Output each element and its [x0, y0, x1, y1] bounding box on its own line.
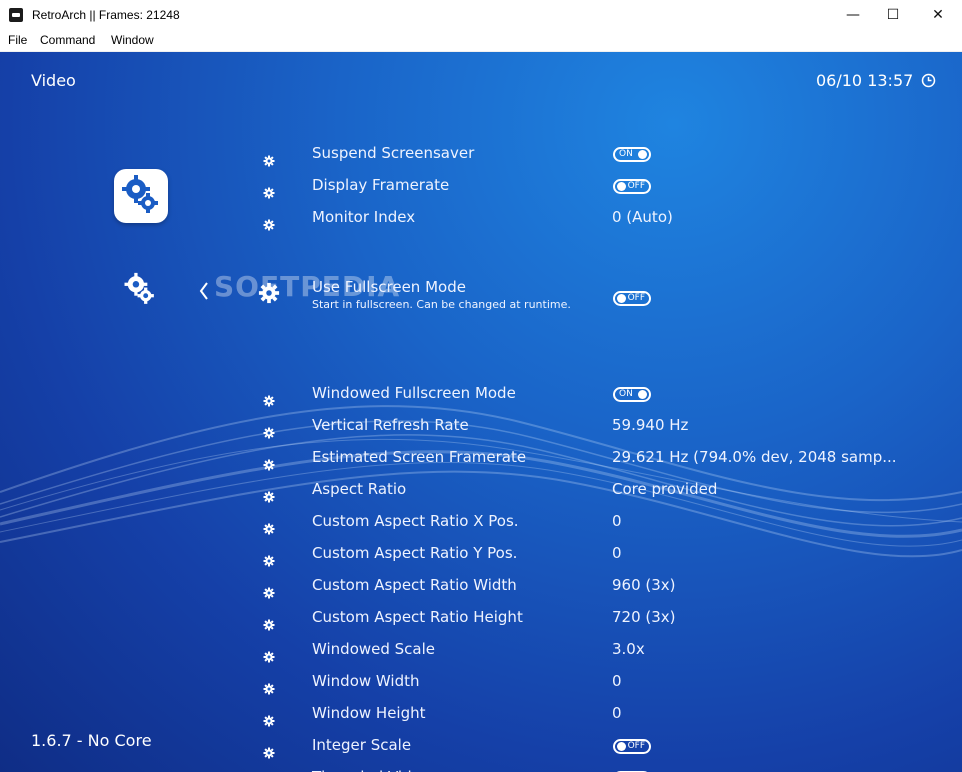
setting-value: 29.621 Hz (794.0% dev, 2048 samp... — [612, 448, 897, 466]
ribbon-background — [0, 405, 962, 558]
setting-label[interactable]: Threaded Video — [312, 768, 430, 772]
menu-bar: File Command Window — [0, 30, 962, 52]
setting-value: 59.940 Hz — [612, 416, 689, 434]
toggle-knob — [638, 390, 647, 399]
setting-label[interactable]: Windowed Fullscreen Mode — [312, 384, 516, 402]
version-label: 1.6.7 - No Core — [31, 731, 152, 750]
toggle-knob — [638, 150, 647, 159]
clock-icon — [921, 73, 936, 88]
setting-gear-icon — [263, 680, 275, 695]
setting-label[interactable]: Custom Aspect Ratio X Pos. — [312, 512, 519, 530]
setting-gear-icon — [263, 712, 275, 727]
setting-label[interactable]: Estimated Screen Framerate — [312, 448, 526, 466]
setting-value: 3.0x — [612, 640, 645, 658]
setting-label[interactable]: Window Width — [312, 672, 420, 690]
setting-toggle[interactable]: ON — [613, 147, 651, 162]
setting-value: 960 (3x) — [612, 576, 676, 594]
setting-gear-icon — [263, 184, 275, 199]
setting-toggle[interactable]: OFF — [613, 739, 651, 754]
setting-gear-icon — [263, 392, 275, 407]
setting-gear-icon — [263, 456, 275, 471]
setting-label[interactable]: Suspend Screensaver — [312, 144, 474, 162]
setting-value: 0 — [612, 512, 622, 530]
retroarch-app-icon — [9, 8, 23, 22]
setting-label[interactable]: Display Framerate — [312, 176, 449, 194]
toggle-state-text: OFF — [627, 293, 645, 303]
setting-label[interactable]: Vertical Refresh Rate — [312, 416, 469, 434]
section-title: Video — [31, 71, 76, 90]
toggle-knob — [617, 294, 626, 303]
setting-label[interactable]: Monitor Index — [312, 208, 415, 226]
setting-value: 720 (3x) — [612, 608, 676, 626]
setting-value: Core provided — [612, 480, 718, 498]
setting-label[interactable]: Windowed Scale — [312, 640, 435, 658]
window-title: RetroArch || Frames: 21248 — [32, 8, 180, 22]
setting-gear-icon — [263, 616, 275, 631]
setting-gear-icon — [263, 552, 275, 567]
setting-label[interactable]: Custom Aspect Ratio Y Pos. — [312, 544, 517, 562]
setting-value: 0 — [612, 544, 622, 562]
settings-submenu-gears-icon[interactable] — [118, 268, 162, 312]
setting-value: 0 — [612, 704, 622, 722]
setting-gear-icon — [263, 520, 275, 535]
setting-gear-icon — [263, 744, 275, 759]
setting-value: 0 (Auto) — [612, 208, 673, 226]
toggle-state-text: OFF — [627, 741, 645, 751]
back-chevron-icon[interactable] — [198, 281, 210, 301]
toggle-knob — [617, 182, 626, 191]
gears-icon — [122, 175, 158, 213]
setting-gear-icon — [263, 424, 275, 439]
setting-label[interactable]: Use Fullscreen Mode — [312, 278, 466, 296]
toggle-state-text: ON — [619, 389, 633, 399]
setting-label[interactable]: Integer Scale — [312, 736, 411, 754]
toggle-knob — [617, 742, 626, 751]
close-button[interactable]: ✕ — [915, 0, 961, 30]
setting-gear-icon — [263, 152, 275, 167]
setting-gear-icon — [263, 648, 275, 663]
setting-gear-icon — [263, 216, 275, 231]
menu-command[interactable]: Command — [40, 33, 95, 47]
setting-toggle[interactable]: OFF — [613, 179, 651, 194]
xmb-menu: Video 06/10 13:57 SOFTPEDIA Suspend Scre… — [0, 52, 962, 772]
settings-category-icon-selected[interactable] — [114, 169, 168, 223]
setting-sublabel: Start in fullscreen. Can be changed at r… — [312, 298, 571, 311]
retroarch-window: RetroArch || Frames: 21248 — ☐ ✕ File Co… — [0, 0, 962, 772]
setting-value: 0 — [612, 672, 622, 690]
setting-toggle[interactable]: OFF — [613, 291, 651, 306]
toggle-state-text: ON — [619, 149, 633, 159]
clock-text: 06/10 13:57 — [816, 71, 914, 90]
setting-gear-icon — [263, 488, 275, 503]
setting-label[interactable]: Aspect Ratio — [312, 480, 406, 498]
setting-label[interactable]: Custom Aspect Ratio Width — [312, 576, 517, 594]
setting-gear-icon — [258, 282, 280, 304]
menu-file[interactable]: File — [8, 33, 27, 47]
setting-label[interactable]: Custom Aspect Ratio Height — [312, 608, 523, 626]
title-bar: RetroArch || Frames: 21248 — ☐ ✕ — [0, 0, 962, 30]
setting-label[interactable]: Window Height — [312, 704, 426, 722]
toggle-state-text: OFF — [627, 181, 645, 191]
setting-gear-icon — [263, 584, 275, 599]
setting-toggle[interactable]: ON — [613, 387, 651, 402]
menu-window[interactable]: Window — [111, 33, 154, 47]
maximize-button[interactable]: ☐ — [870, 0, 916, 30]
